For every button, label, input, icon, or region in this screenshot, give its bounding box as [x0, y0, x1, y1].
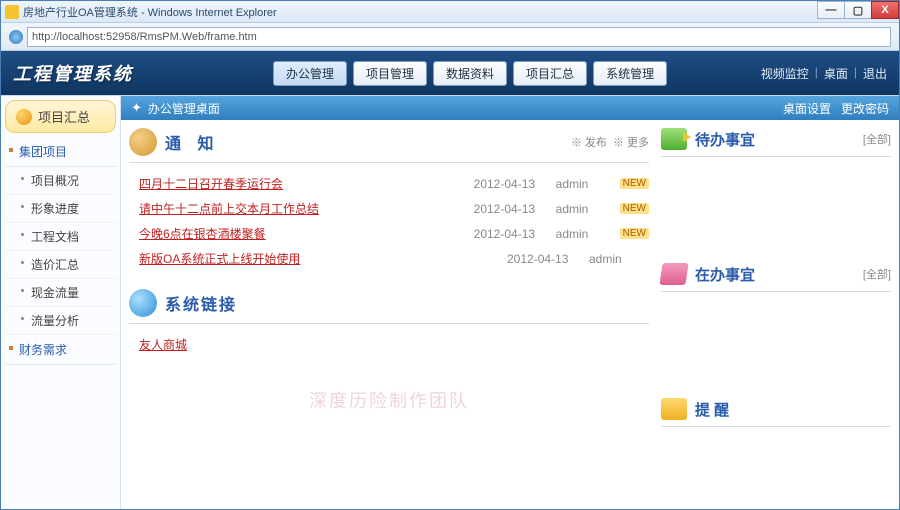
- todo-icon: [661, 128, 687, 150]
- notice-row: 请中午十二点前上交本月工作总结 2012-04-13 admin NEW: [129, 196, 649, 221]
- main-area: 项目汇总 集团项目 项目概况 形象进度 工程文档 造价汇总 现金流量 流量分析 …: [1, 95, 899, 509]
- sidebar-top-label: 项目汇总: [38, 107, 90, 126]
- notice-publish-link[interactable]: ※ 发布: [571, 134, 607, 150]
- notice-tag: NEW: [620, 203, 649, 214]
- crumb-desktop-settings[interactable]: 桌面设置: [783, 100, 831, 117]
- tab-summary[interactable]: 项目汇总: [513, 61, 587, 86]
- sidebar-top-button[interactable]: 项目汇总: [5, 100, 116, 133]
- notice-date: 2012-04-13: [474, 177, 544, 191]
- syslinks-header: 系统链接: [129, 289, 649, 324]
- sidebar-item-cost[interactable]: 造价汇总: [5, 251, 116, 279]
- maximize-button[interactable]: ▢: [844, 1, 872, 19]
- notice-user: admin: [556, 177, 616, 191]
- top-links: 视频监控| 桌面| 退出: [761, 65, 887, 82]
- remind-icon: [661, 398, 687, 420]
- sun-icon: [16, 109, 32, 125]
- url-input[interactable]: [27, 27, 891, 47]
- notice-title: 通 知: [165, 130, 219, 154]
- speaker-icon: [129, 128, 157, 156]
- minimize-button[interactable]: —: [817, 1, 845, 19]
- card-todo-title: 待办事宜: [695, 129, 755, 150]
- syslink-link[interactable]: 友人商城: [139, 338, 187, 352]
- window-title: 房地产行业OA管理系统 - Windows Internet Explorer: [23, 4, 277, 20]
- address-bar: [1, 23, 899, 51]
- card-doing-all[interactable]: [全部]: [863, 266, 891, 282]
- card-doing-body: [661, 310, 891, 380]
- top-tabs: 办公管理 项目管理 数据资料 项目汇总 系统管理: [273, 61, 667, 86]
- tab-data[interactable]: 数据资料: [433, 61, 507, 86]
- browser-window: 房地产行业OA管理系统 - Windows Internet Explorer …: [0, 0, 900, 510]
- card-todo-header: 待办事宜 [全部]: [661, 128, 891, 157]
- top-nav: 工程管理系统 办公管理 项目管理 数据资料 项目汇总 系统管理 视频监控| 桌面…: [1, 51, 899, 95]
- sidebar-item-cashflow[interactable]: 现金流量: [5, 279, 116, 307]
- sidebar-group-projects[interactable]: 集团项目: [5, 137, 116, 167]
- notice-more-link[interactable]: ※ 更多: [613, 134, 649, 150]
- notice-link[interactable]: 请中午十二点前上交本月工作总结: [139, 200, 319, 217]
- sidebar: 项目汇总 集团项目 项目概况 形象进度 工程文档 造价汇总 现金流量 流量分析 …: [1, 96, 121, 509]
- sidebar-item-docs[interactable]: 工程文档: [5, 223, 116, 251]
- doing-icon: [659, 263, 688, 285]
- favicon-icon: [5, 5, 19, 19]
- notice-link[interactable]: 新版OA系统正式上线开始使用: [139, 250, 300, 267]
- breadcrumb-path: 办公管理桌面: [148, 100, 220, 117]
- window-titlebar: 房地产行业OA管理系统 - Windows Internet Explorer …: [1, 1, 899, 23]
- syslinks-title: 系统链接: [165, 291, 237, 315]
- card-todo-all[interactable]: [全部]: [863, 131, 891, 147]
- left-column: 通 知 ※ 发布 ※ 更多 四月十二日召开春季运行会 2012-04-13 ad…: [129, 128, 649, 501]
- card-remind-header: 提 醒: [661, 398, 891, 427]
- crumb-change-password[interactable]: 更改密码: [841, 100, 889, 117]
- tab-system[interactable]: 系统管理: [593, 61, 667, 86]
- notice-header: 通 知 ※ 发布 ※ 更多: [129, 128, 649, 163]
- right-column: 待办事宜 [全部] 在办事宜 [全部] 提 醒: [661, 128, 891, 501]
- notice-user: admin: [589, 252, 649, 266]
- notice-date: 2012-04-13: [507, 252, 577, 266]
- notice-row: 今晚6点在银杏酒楼聚餐 2012-04-13 admin NEW: [129, 221, 649, 246]
- link-video[interactable]: 视频监控: [761, 65, 809, 82]
- star-icon: ✦: [131, 100, 142, 116]
- notice-date: 2012-04-13: [474, 202, 544, 216]
- link-desktop[interactable]: 桌面: [824, 65, 848, 82]
- sidebar-item-progress[interactable]: 形象进度: [5, 195, 116, 223]
- close-button[interactable]: X: [871, 1, 899, 19]
- syslink-row: 友人商城: [129, 332, 649, 357]
- card-doing-title: 在办事宜: [695, 264, 755, 285]
- content: ✦ 办公管理桌面 桌面设置 更改密码 通 知 ※ 发布 ※ 更多: [121, 96, 899, 509]
- notice-user: admin: [556, 202, 616, 216]
- window-controls: — ▢ X: [818, 1, 899, 19]
- content-body: 通 知 ※ 发布 ※ 更多 四月十二日召开春季运行会 2012-04-13 ad…: [121, 120, 899, 509]
- notice-link[interactable]: 四月十二日召开春季运行会: [139, 175, 283, 192]
- sidebar-item-overview[interactable]: 项目概况: [5, 167, 116, 195]
- card-todo-body: [661, 175, 891, 245]
- card-remind-title: 提 醒: [695, 399, 729, 420]
- tab-project[interactable]: 项目管理: [353, 61, 427, 86]
- globe-icon: [129, 289, 157, 317]
- notice-date: 2012-04-13: [474, 227, 544, 241]
- sidebar-item-flowanalysis[interactable]: 流量分析: [5, 307, 116, 335]
- link-logout[interactable]: 退出: [863, 65, 887, 82]
- tab-office[interactable]: 办公管理: [273, 61, 347, 86]
- breadcrumb-bar: ✦ 办公管理桌面 桌面设置 更改密码: [121, 96, 899, 120]
- globe-icon: [9, 30, 23, 44]
- watermark-text: 深度历险制作团队: [129, 387, 649, 413]
- notice-user: admin: [556, 227, 616, 241]
- notice-link[interactable]: 今晚6点在银杏酒楼聚餐: [139, 225, 266, 242]
- notice-tag: NEW: [620, 228, 649, 239]
- notice-row: 四月十二日召开春季运行会 2012-04-13 admin NEW: [129, 171, 649, 196]
- sidebar-group-finance[interactable]: 财务需求: [5, 335, 116, 365]
- card-doing-header: 在办事宜 [全部]: [661, 263, 891, 292]
- notice-row: 新版OA系统正式上线开始使用 2012-04-13 admin: [129, 246, 649, 271]
- notice-tag: NEW: [620, 178, 649, 189]
- brand-title: 工程管理系统: [13, 60, 133, 86]
